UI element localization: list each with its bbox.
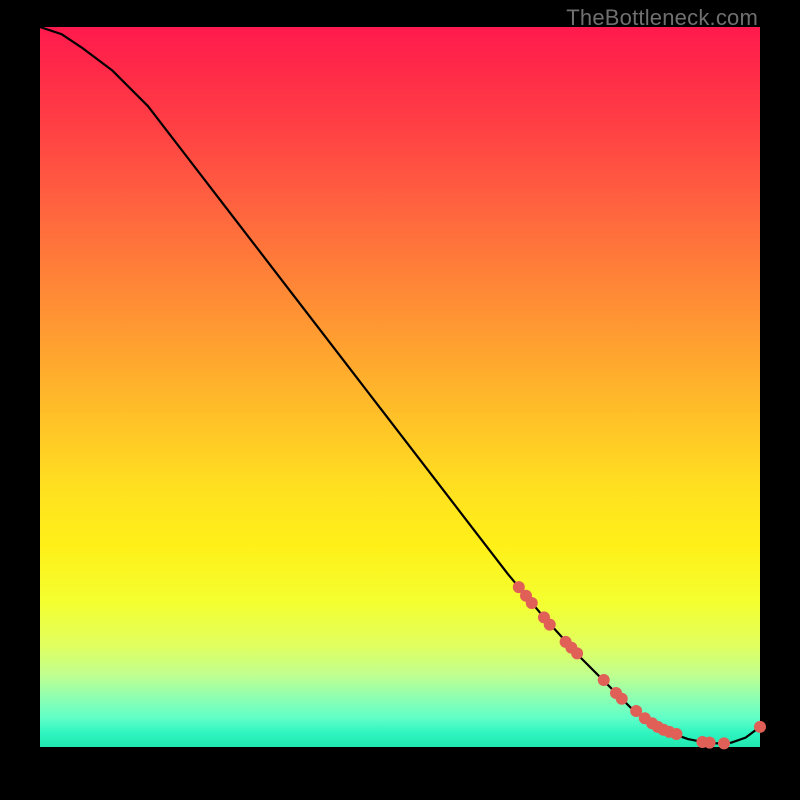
highlight-dot — [544, 619, 556, 631]
highlight-dot — [526, 597, 538, 609]
bottleneck-curve — [40, 27, 760, 743]
highlight-dot — [670, 728, 682, 740]
curve-svg — [40, 27, 760, 747]
highlight-dot — [754, 721, 766, 733]
highlight-dot — [704, 737, 716, 749]
highlight-dot — [718, 737, 730, 749]
chart-stage: TheBottleneck.com — [0, 0, 800, 800]
highlight-dot — [571, 647, 583, 659]
highlight-dot — [616, 693, 628, 705]
plot-area — [40, 27, 760, 747]
highlight-dot — [598, 674, 610, 686]
highlight-dots-group — [513, 581, 766, 749]
